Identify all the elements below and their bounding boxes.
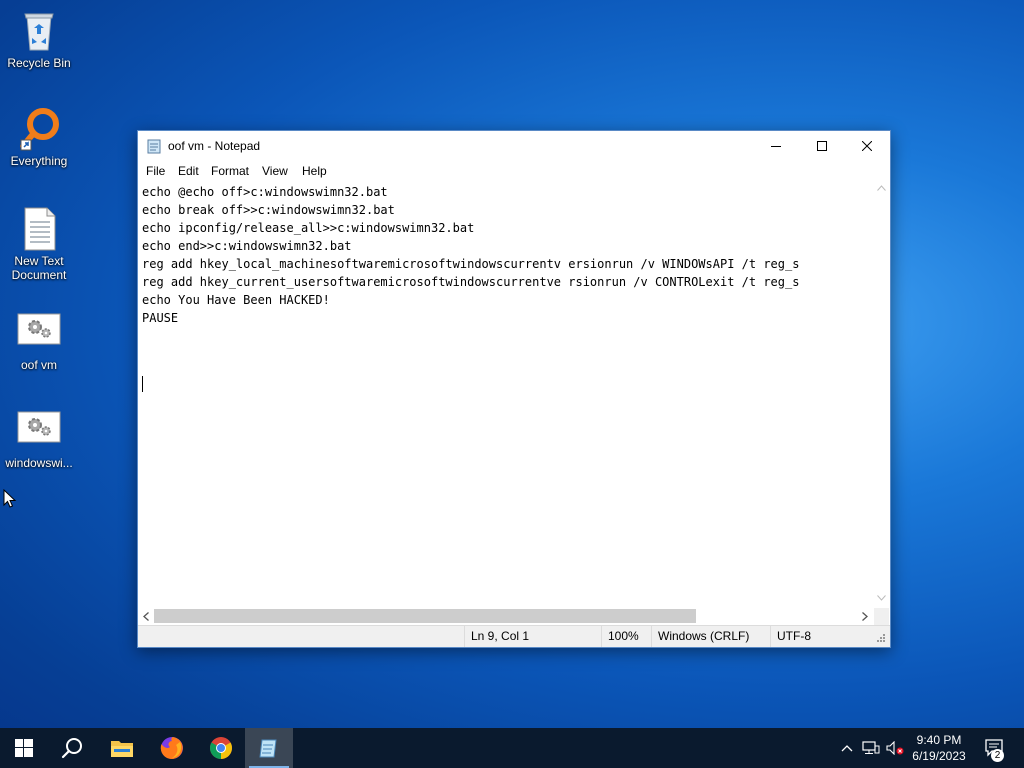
start-icon [15,739,33,757]
taskbar-file-explorer[interactable] [98,728,146,768]
editor-content: echo @echo off>c:windowswimn32.bat echo … [142,185,800,325]
desktop-icon-new-text-document[interactable]: New Text Document [1,206,77,282]
mouse-pointer-icon [3,488,17,513]
menu-format[interactable]: Format [211,164,249,178]
scroll-left-icon[interactable] [143,612,149,621]
maximize-button[interactable] [799,131,845,161]
text-document-icon [15,206,63,252]
desktop-icon-oof-vm[interactable]: oof vm [1,310,77,372]
chrome-icon [210,737,232,759]
status-line-ending: Windows (CRLF) [651,626,770,647]
action-center-button[interactable]: 2 [980,728,1010,768]
desktop-icon-label: New Text Document [11,254,67,282]
firefox-icon [160,737,183,759]
menu-bar: File Edit Format View Help [138,161,890,181]
batch-file-icon [15,408,63,454]
vertical-scrollbar[interactable] [874,181,889,608]
network-icon [862,741,880,754]
horizontal-scrollbar[interactable] [138,608,874,625]
notepad-window: oof vm - Notepad File Edit Format View H… [137,130,891,648]
scroll-down-icon[interactable] [877,595,886,601]
maximize-icon [817,141,827,151]
file-explorer-icon [111,741,133,757]
status-bar: Ln 9, Col 1 100% Windows (CRLF) UTF-8 [138,625,890,647]
menu-edit[interactable]: Edit [178,164,199,178]
minimize-icon [771,146,781,147]
search-icon [61,738,82,759]
clock-date: 6/19/2023 [912,749,966,763]
desktop-icon-label: oof vm [20,358,57,372]
close-button[interactable] [844,131,890,161]
status-zoom: 100% [601,626,652,647]
taskbar-firefox[interactable] [148,728,196,768]
notification-badge: 2 [991,749,1004,762]
notepad-icon [147,138,161,154]
minimize-button[interactable] [753,131,799,161]
network-tray-button[interactable] [860,728,882,768]
title-bar[interactable]: oof vm - Notepad [138,131,890,161]
everything-search-icon [15,106,63,152]
menu-file[interactable]: File [146,164,165,178]
menu-view[interactable]: View [262,164,288,178]
desktop-icon-everything[interactable]: Everything [1,106,77,168]
desktop-icon-recycle-bin[interactable]: Recycle Bin [1,8,77,70]
recycle-bin-icon [15,8,63,54]
desktop-icon-label: windowswi... [5,456,73,470]
desktop-icon-windowswi[interactable]: windowswi... [1,408,77,470]
desktop-icon-label: Recycle Bin [7,56,71,70]
resize-grip-icon[interactable] [876,633,886,643]
volume-tray-button[interactable] [884,728,906,768]
window-title: oof vm - Notepad [168,139,261,153]
notepad-icon [259,739,277,758]
show-hidden-icons-button[interactable] [838,728,856,768]
scroll-up-icon[interactable] [877,185,886,191]
desktop-icon-label: Everything [10,154,68,168]
scrollbar-corner [874,608,889,625]
start-button[interactable] [0,728,48,768]
taskbar: 9:40 PM 6/19/2023 2 [0,728,1024,768]
clock-time: 9:40 PM [916,733,962,747]
text-caret [142,376,143,392]
taskbar-chrome[interactable] [197,728,245,768]
text-editor[interactable]: echo @echo off>c:windowswimn32.bat echo … [138,181,874,608]
horizontal-scroll-thumb[interactable] [154,609,696,623]
search-button[interactable] [48,728,96,768]
close-icon [862,141,872,151]
status-encoding: UTF-8 [770,626,877,647]
menu-help[interactable]: Help [302,164,327,178]
taskbar-notepad[interactable] [245,728,293,768]
batch-file-icon [15,310,63,356]
status-position: Ln 9, Col 1 [464,626,601,647]
chevron-up-icon [841,745,853,752]
speaker-muted-icon [886,741,904,755]
taskbar-clock[interactable]: 9:40 PM 6/19/2023 [906,732,972,764]
scroll-right-icon[interactable] [862,612,868,621]
